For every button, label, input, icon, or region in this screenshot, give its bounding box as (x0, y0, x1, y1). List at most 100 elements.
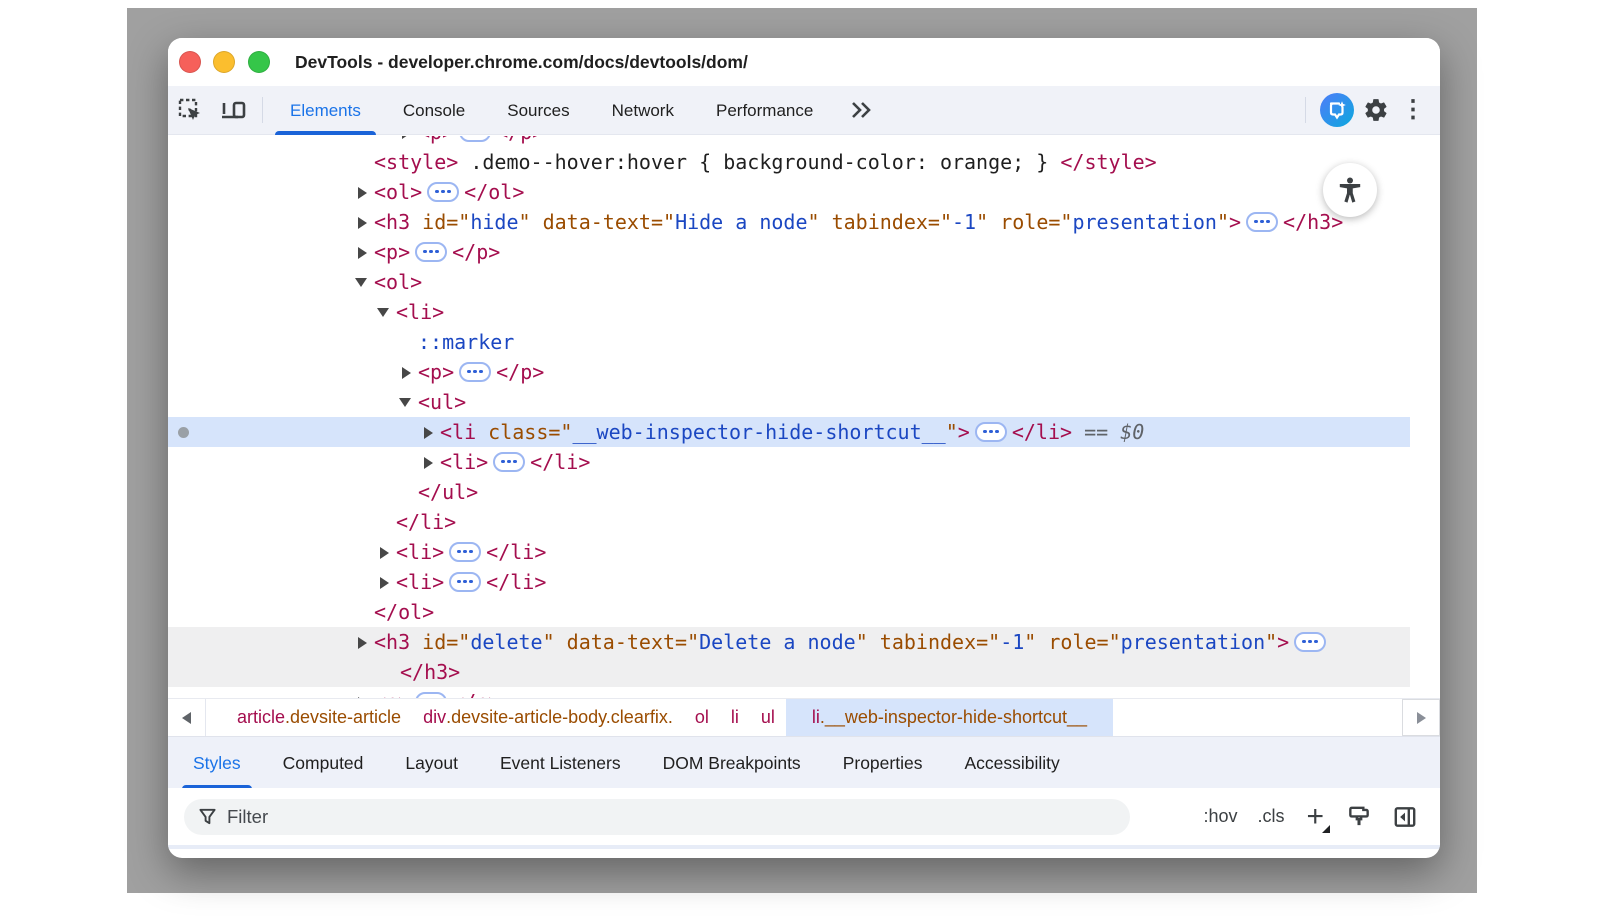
tab-elements[interactable]: Elements (269, 86, 382, 135)
dom-tree-row[interactable]: <ol> (168, 267, 1410, 297)
element-classes-button[interactable]: .cls (1251, 802, 1290, 831)
token-tag: </li> (396, 510, 456, 534)
device-toolbar-icon[interactable] (212, 90, 256, 130)
dom-tree-row[interactable]: <p></p> (168, 237, 1410, 267)
dom-tree-row[interactable]: ::marker (168, 327, 1410, 357)
breadcrumb-item-div[interactable]: div.devsite-article-body.clearfix. (412, 699, 684, 736)
breadcrumb-item-article[interactable]: article.devsite-article (226, 699, 412, 736)
breadcrumb-item-ul[interactable]: ul (750, 699, 786, 736)
expand-arrow-icon[interactable] (402, 136, 411, 139)
token-tag: </p> (496, 360, 544, 384)
expand-arrow-icon[interactable] (399, 398, 411, 407)
tab-console[interactable]: Console (382, 86, 486, 135)
breadcrumb-scroll-right-button[interactable] (1402, 699, 1440, 736)
expand-arrow-icon[interactable] (424, 427, 433, 439)
new-style-rule-button[interactable]: + (1298, 802, 1332, 832)
expand-arrow-icon[interactable] (355, 278, 367, 287)
collapsed-children-badge[interactable] (975, 422, 1007, 442)
zoom-traffic-light[interactable] (248, 51, 270, 73)
dom-tree-row[interactable]: <ol></ol> (168, 177, 1410, 207)
kebab-menu-icon[interactable]: ⋮ (1398, 90, 1428, 130)
breadcrumb: article.devsite-articlediv.devsite-artic… (206, 699, 1113, 736)
collapsed-children-badge[interactable] (449, 542, 481, 562)
breadcrumb-scroll-left-button[interactable] (168, 699, 206, 736)
dom-tree-row[interactable]: <li> (168, 297, 1410, 327)
expand-arrow-icon[interactable] (358, 637, 367, 649)
token-val: delete (470, 630, 542, 654)
devtools-window: DevTools - developer.chrome.com/docs/dev… (168, 38, 1440, 858)
collapsed-children-badge[interactable] (459, 362, 491, 382)
token-attr: data-text=" (555, 630, 700, 654)
expand-arrow-icon[interactable] (358, 187, 367, 199)
breadcrumb-item-ol[interactable]: ol (684, 699, 720, 736)
token-tag: <p> (374, 240, 410, 264)
styles-tab-dom-breakpoints[interactable]: DOM Breakpoints (642, 737, 822, 789)
window-title: DevTools - developer.chrome.com/docs/dev… (295, 38, 748, 86)
expand-arrow-icon[interactable] (380, 547, 389, 559)
close-traffic-light[interactable] (179, 51, 201, 73)
collapsed-children-badge[interactable] (459, 136, 491, 142)
styles-tab-properties[interactable]: Properties (822, 737, 944, 789)
token-tag: > (1277, 630, 1289, 654)
styles-tab-layout[interactable]: Layout (384, 737, 479, 789)
expand-arrow-icon[interactable] (402, 367, 411, 379)
collapsed-children-badge[interactable] (415, 242, 447, 262)
styles-filter-input[interactable]: Filter (184, 799, 1130, 835)
collapsed-children-badge[interactable] (427, 182, 459, 202)
token-tag: <ul> (418, 390, 466, 414)
crumb-tag: li (731, 707, 739, 728)
token-eq: == (1072, 420, 1120, 444)
tab-network[interactable]: Network (591, 86, 695, 135)
dom-tree-row[interactable]: <p></p> (168, 136, 1410, 147)
dom-tree-row[interactable]: </ul> (168, 477, 1410, 507)
styles-tab-computed[interactable]: Computed (262, 737, 385, 789)
tab-sources[interactable]: Sources (486, 86, 590, 135)
styles-tab-styles[interactable]: Styles (172, 737, 262, 789)
dom-tree-row[interactable]: <h3 id="hide" data-text="Hide a node" ta… (168, 207, 1410, 237)
toggle-sidebar-icon[interactable] (1386, 798, 1424, 836)
token-tag: <p> (374, 690, 410, 698)
token-val: -1 (1000, 630, 1024, 654)
inspect-element-icon[interactable] (168, 90, 212, 130)
dom-tree-row[interactable]: <ul> (168, 387, 1410, 417)
dom-tree-row[interactable]: <p></p> (168, 687, 1410, 698)
more-tabs-icon[interactable] (840, 90, 884, 130)
dom-tree-row[interactable]: </li> (168, 507, 1410, 537)
dom-tree-row[interactable]: <style> .demo--hover:hover { background-… (168, 147, 1410, 177)
expand-arrow-icon[interactable] (380, 577, 389, 589)
breadcrumb-item-li[interactable]: li.__web-inspector-hide-shortcut__ (786, 699, 1113, 736)
dom-tree-row[interactable]: </h3> (168, 657, 1410, 687)
minimize-traffic-light[interactable] (213, 51, 235, 73)
styles-tab-accessibility[interactable]: Accessibility (943, 737, 1080, 789)
dom-tree-row[interactable]: <li></li> (168, 447, 1410, 477)
expand-arrow-icon[interactable] (377, 308, 389, 317)
settings-gear-icon[interactable] (1354, 90, 1398, 130)
collapsed-children-badge[interactable] (1294, 632, 1326, 652)
dom-tree-row[interactable]: <li></li> (168, 567, 1410, 597)
ai-assistant-icon[interactable] (1320, 93, 1354, 127)
expand-arrow-icon[interactable] (358, 217, 367, 229)
collapsed-children-badge[interactable] (1246, 212, 1278, 232)
tab-performance[interactable]: Performance (695, 86, 834, 135)
styles-tab-event-listeners[interactable]: Event Listeners (479, 737, 642, 789)
dom-tree-row[interactable]: <li class="__web-inspector-hide-shortcut… (168, 417, 1410, 447)
dom-tree-row[interactable]: <li></li> (168, 537, 1410, 567)
collapsed-children-badge[interactable] (449, 572, 481, 592)
toggle-element-state-button[interactable]: :hov (1197, 802, 1243, 831)
funnel-icon (198, 807, 217, 826)
token-var: $0 (1120, 420, 1144, 444)
dom-tree-row[interactable]: <p> </p> (168, 357, 1410, 387)
rendering-brush-icon[interactable] (1340, 798, 1378, 836)
token-tag: </h3> (400, 660, 460, 684)
expand-arrow-icon[interactable] (424, 457, 433, 469)
dom-tree-row[interactable]: </ol> (168, 597, 1410, 627)
expand-arrow-icon[interactable] (358, 247, 367, 259)
breadcrumb-item-li[interactable]: li (720, 699, 750, 736)
token-attr: " (1217, 210, 1229, 234)
token-tag: <p> (418, 360, 454, 384)
clipped-row: <p></p> (168, 687, 1440, 698)
token-tag: > (958, 420, 970, 444)
dom-tree-row[interactable]: <h3 id="delete" data-text="Delete a node… (168, 627, 1410, 657)
collapsed-children-badge[interactable] (493, 452, 525, 472)
crumb-classes: .devsite-article-body.clearfix. (446, 707, 673, 728)
